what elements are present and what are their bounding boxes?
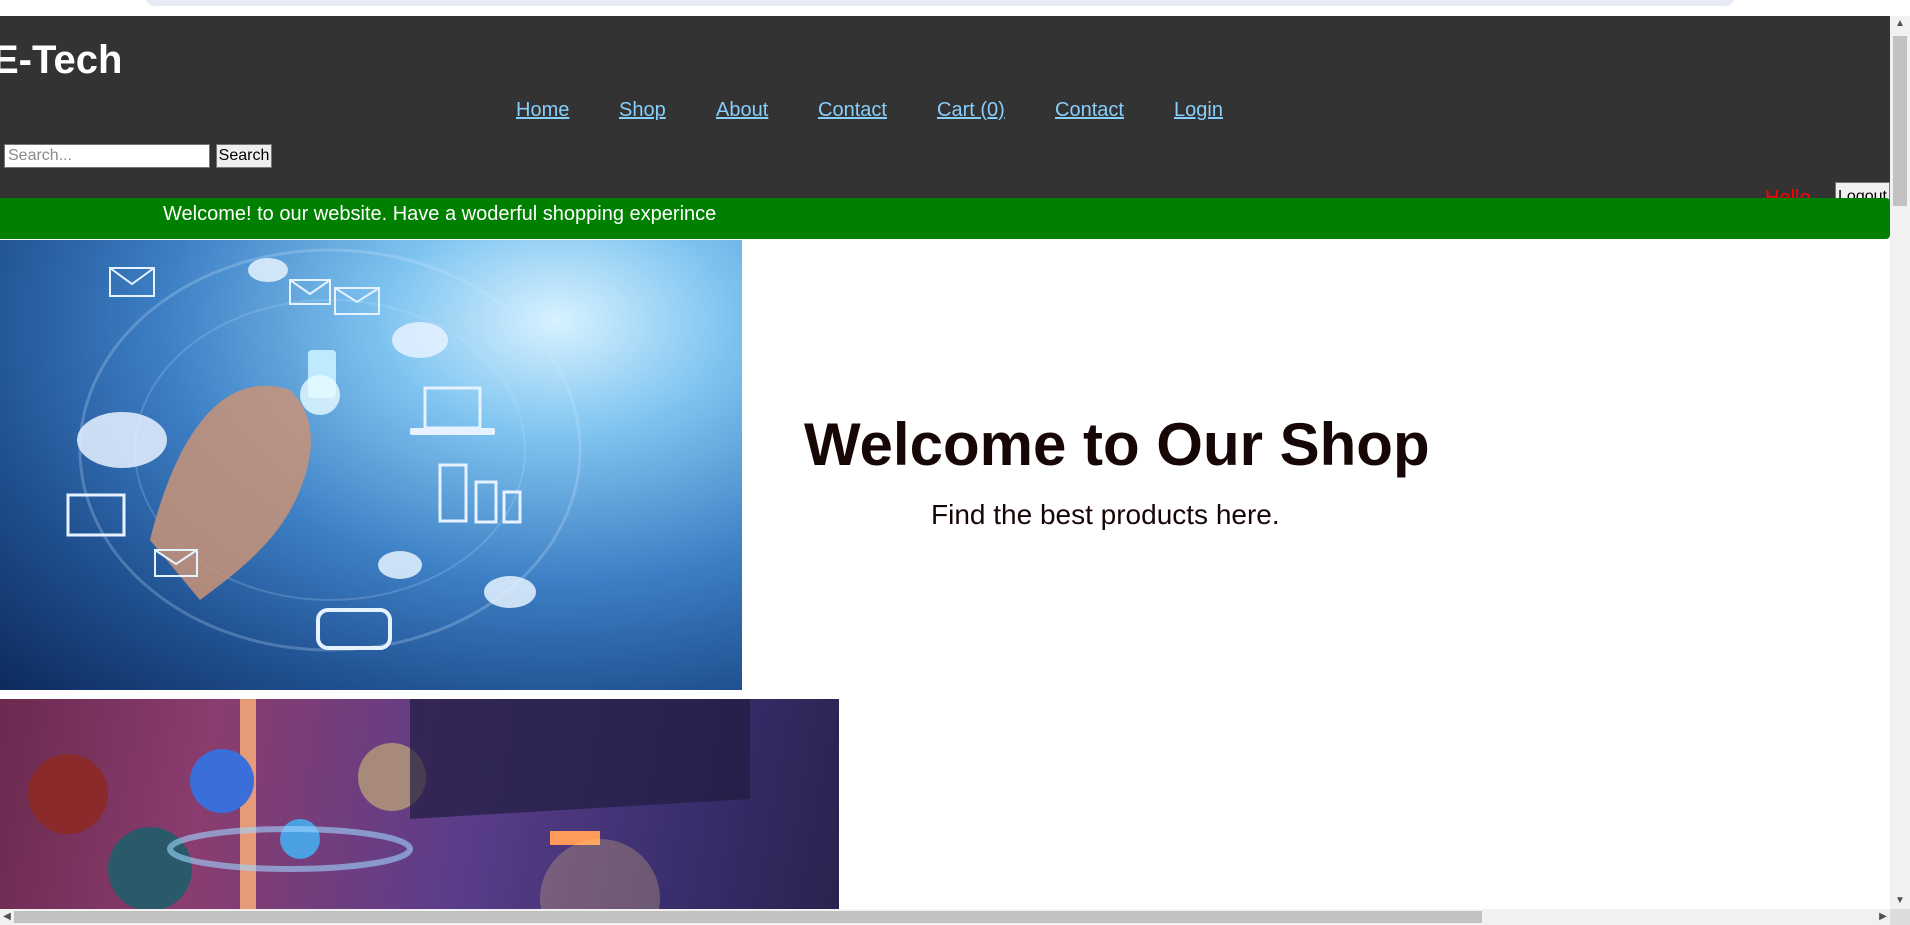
welcome-banner-text: Welcome! to our website. Have a woderful… bbox=[163, 203, 717, 225]
tech-network-illustration bbox=[66, 248, 582, 652]
arrow-left-icon[interactable]: ◀ bbox=[0, 909, 14, 925]
nav-link-contact-2[interactable]: Contact bbox=[1055, 98, 1124, 122]
hero-subtitle: Find the best products here. bbox=[931, 499, 1280, 530]
nav-link-login[interactable]: Login bbox=[1174, 98, 1223, 122]
welcome-banner: Welcome! to our website. Have a woderful… bbox=[0, 198, 1890, 239]
arrow-up-icon[interactable]: ▲ bbox=[1890, 16, 1910, 32]
vertical-scroll-thumb[interactable] bbox=[1893, 36, 1907, 206]
planets-illustration bbox=[28, 699, 750, 909]
main-nav: Home Shop About Contact Cart (0) Contact… bbox=[0, 98, 1890, 122]
nav-link-cart[interactable]: Cart (0) bbox=[937, 98, 1005, 122]
hero-image-tech bbox=[0, 240, 742, 690]
browser-address-pill bbox=[145, 0, 1735, 6]
scrollbar-corner bbox=[1890, 909, 1910, 925]
search-button[interactable]: Search bbox=[216, 144, 272, 168]
browser-top-strip bbox=[0, 0, 1910, 16]
arrow-down-icon[interactable]: ▼ bbox=[1890, 893, 1910, 909]
nav-link-contact[interactable]: Contact bbox=[818, 98, 887, 122]
horizontal-scrollbar[interactable]: ◀ ▶ bbox=[0, 909, 1890, 925]
hero-image-space bbox=[0, 699, 839, 909]
nav-link-home[interactable]: Home bbox=[516, 98, 569, 122]
site-header: E-Tech Home Shop About Contact Cart (0) … bbox=[0, 16, 1890, 212]
nav-link-about[interactable]: About bbox=[716, 98, 768, 122]
nav-link-shop[interactable]: Shop bbox=[619, 98, 666, 122]
horizontal-scroll-thumb[interactable] bbox=[14, 911, 1482, 923]
search-input[interactable] bbox=[4, 144, 210, 168]
vertical-scrollbar[interactable]: ▲ ▼ bbox=[1890, 16, 1910, 909]
hero-title: Welcome to Our Shop bbox=[804, 411, 1430, 478]
server-icon bbox=[438, 463, 522, 524]
laptop-icon bbox=[410, 386, 495, 435]
arrow-right-icon[interactable]: ▶ bbox=[1876, 909, 1890, 925]
brand-logo[interactable]: E-Tech bbox=[0, 40, 122, 80]
